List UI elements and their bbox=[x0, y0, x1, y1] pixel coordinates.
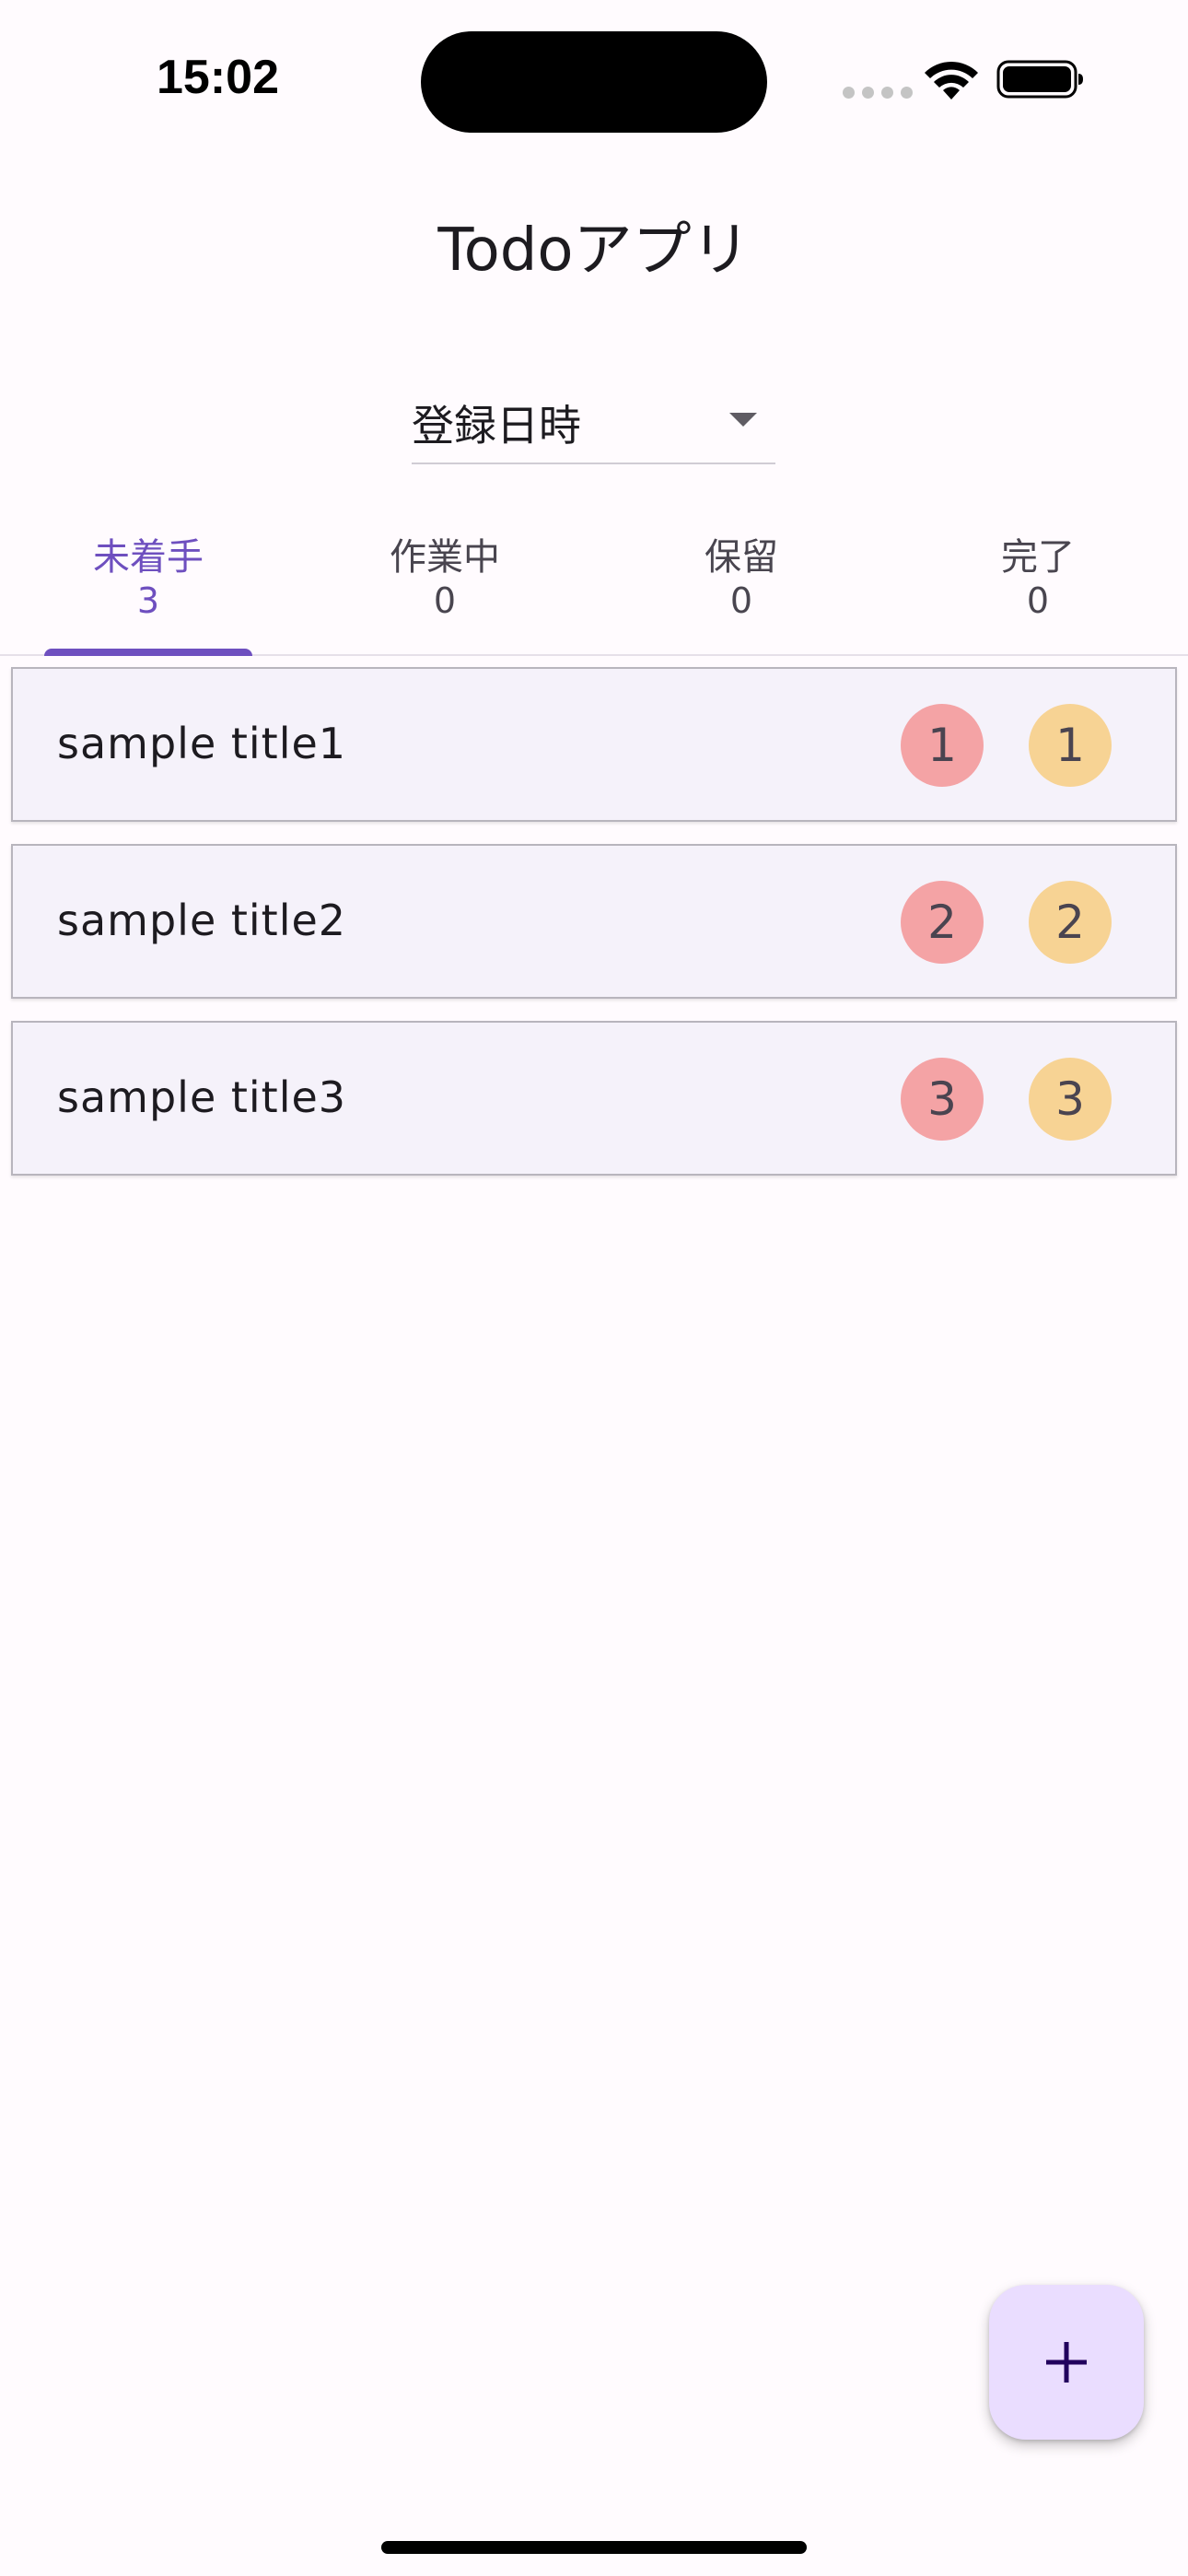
tab-in-progress[interactable]: 作業中 0 bbox=[297, 516, 593, 654]
priority-badge: 2 bbox=[901, 881, 984, 964]
add-icon bbox=[1046, 2342, 1087, 2383]
home-indicator[interactable] bbox=[381, 2541, 807, 2554]
battery-icon bbox=[996, 60, 1083, 99]
tab-count: 0 bbox=[729, 580, 753, 621]
wifi-icon bbox=[925, 61, 978, 100]
todo-title: sample title3 bbox=[57, 1072, 347, 1122]
todo-card[interactable]: sample title1 1 1 bbox=[11, 667, 1177, 822]
tab-count: 0 bbox=[433, 580, 457, 621]
tab-label: 作業中 bbox=[390, 536, 500, 579]
importance-badge: 2 bbox=[1029, 881, 1112, 964]
status-time: 15:02 bbox=[157, 51, 279, 104]
todo-title: sample title2 bbox=[57, 896, 347, 945]
status-tab-bar: 未着手 3 作業中 0 保留 0 完了 0 bbox=[0, 516, 1188, 656]
tab-done[interactable]: 完了 0 bbox=[890, 516, 1186, 654]
priority-badge: 1 bbox=[901, 704, 984, 787]
todo-card[interactable]: sample title3 3 3 bbox=[11, 1021, 1177, 1176]
importance-badge: 1 bbox=[1029, 704, 1112, 787]
tab-label: 未着手 bbox=[93, 536, 204, 579]
add-todo-button[interactable] bbox=[989, 2285, 1144, 2440]
importance-badge: 3 bbox=[1029, 1058, 1112, 1141]
sort-selected-value: 登録日時 bbox=[412, 401, 581, 451]
tab-on-hold[interactable]: 保留 0 bbox=[593, 516, 890, 654]
todo-title: sample title1 bbox=[57, 719, 347, 768]
tab-count: 3 bbox=[136, 580, 160, 621]
dropdown-caret-icon bbox=[729, 413, 757, 427]
cellular-signal-icon bbox=[843, 87, 913, 99]
tab-not-started[interactable]: 未着手 3 bbox=[0, 516, 297, 654]
sort-dropdown[interactable]: 登録日時 bbox=[412, 385, 775, 464]
tab-label: 保留 bbox=[705, 536, 778, 579]
active-tab-indicator bbox=[44, 649, 252, 656]
priority-badge: 3 bbox=[901, 1058, 984, 1141]
dynamic-island bbox=[421, 31, 767, 133]
todo-card[interactable]: sample title2 2 2 bbox=[11, 844, 1177, 999]
tab-count: 0 bbox=[1026, 580, 1050, 621]
tab-label: 完了 bbox=[1001, 536, 1075, 579]
page-title: Todoアプリ bbox=[437, 217, 751, 285]
